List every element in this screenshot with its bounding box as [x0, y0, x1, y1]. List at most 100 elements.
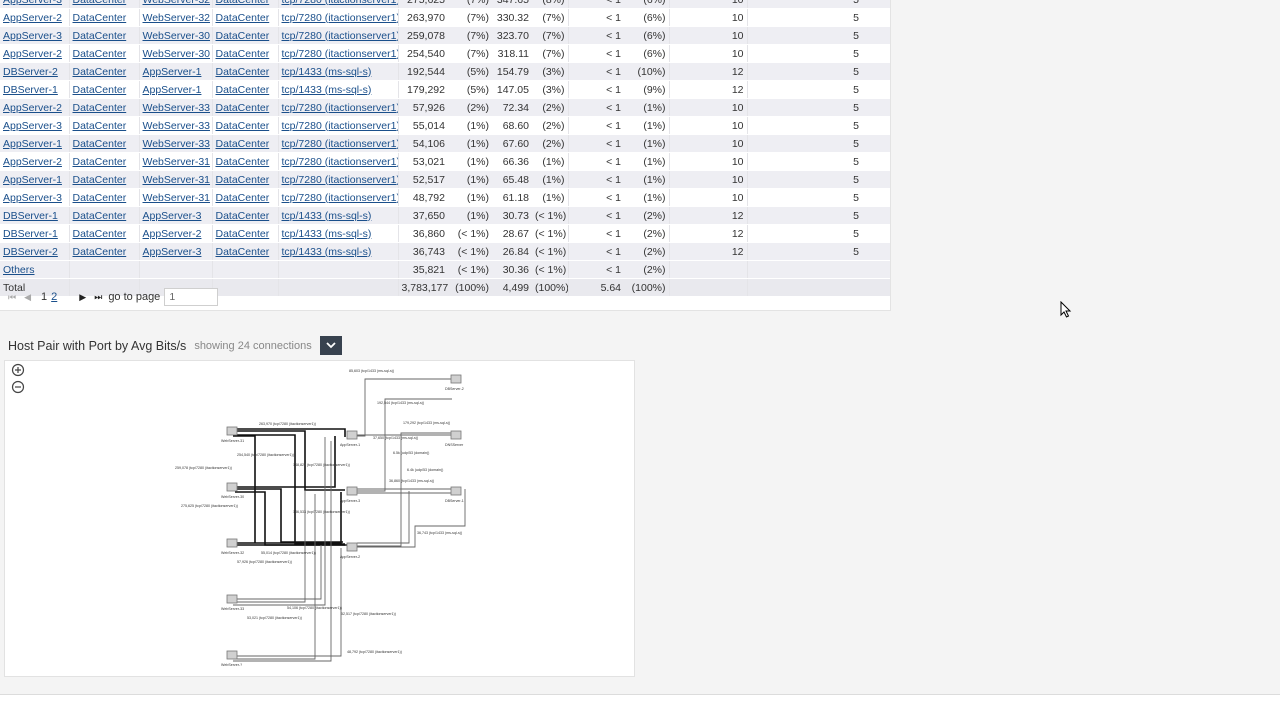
dest-site-link[interactable]: DataCenter	[216, 174, 270, 186]
port-link[interactable]: tcp/7280 (itactionserver1)	[282, 174, 398, 186]
table-row[interactable]: DBServer-1 DataCenter AppServer-1 DataCente…	[0, 80, 890, 99]
options-dropdown-button[interactable]	[319, 336, 342, 355]
source-site-link[interactable]: DataCenter	[73, 30, 127, 42]
dest-site-link[interactable]: DataCenter	[216, 228, 270, 240]
dest-host-link[interactable]: WebServer-32	[143, 0, 211, 6]
table-row[interactable]: AppServer-2 DataCenter WebServer-30 DataCen…	[0, 44, 890, 63]
table-row[interactable]: AppServer-2 DataCenter WebServer-31 DataCen…	[0, 152, 890, 171]
dest-site-link[interactable]: DataCenter	[216, 156, 270, 168]
source-host-link[interactable]: DBServer-1	[3, 210, 58, 222]
table-row[interactable]: AppServer-3 DataCenter WebServer-31 DataCen…	[0, 188, 890, 207]
dest-host-link[interactable]: AppServer-3	[143, 210, 202, 222]
source-site-link[interactable]: DataCenter	[73, 192, 127, 204]
source-host-link[interactable]: DBServer-1	[3, 228, 58, 240]
port-link[interactable]: tcp/1433 (ms-sql-s)	[282, 228, 372, 240]
dest-host-link[interactable]: WebServer-33	[143, 102, 211, 114]
graph-node-app1[interactable]	[346, 430, 358, 440]
source-host-link[interactable]: AppServer-2	[3, 12, 62, 24]
source-site-link[interactable]: DataCenter	[73, 12, 127, 24]
port-link[interactable]: tcp/7280 (itactionserver1)	[282, 102, 398, 114]
dest-host-link[interactable]: WebServer-33	[143, 138, 211, 150]
source-host-link[interactable]: DBServer-2	[3, 246, 58, 258]
port-link[interactable]: tcp/1433 (ms-sql-s)	[282, 84, 372, 96]
dest-site-link[interactable]: DataCenter	[216, 48, 270, 60]
port-link[interactable]: tcp/7280 (itactionserver1)	[282, 30, 398, 42]
dest-host-link[interactable]: WebServer-31	[143, 156, 211, 168]
graph-node-web5[interactable]	[226, 650, 238, 660]
graph-node-db1[interactable]	[450, 374, 462, 384]
source-host-link[interactable]: AppServer-3	[3, 192, 62, 204]
source-site-link[interactable]: DataCenter	[73, 66, 127, 78]
dest-host-link[interactable]: WebServer-32	[143, 12, 211, 24]
table-row[interactable]: DBServer-2 DataCenter AppServer-1 DataCente…	[0, 62, 890, 81]
port-link[interactable]: tcp/7280 (itactionserver1)	[282, 0, 398, 6]
dest-site-link[interactable]: DataCenter	[216, 246, 270, 258]
source-site-link[interactable]: DataCenter	[73, 48, 127, 60]
dest-site-link[interactable]: DataCenter	[216, 192, 270, 204]
source-site-link[interactable]: DataCenter	[73, 138, 127, 150]
dest-host-link[interactable]: WebServer-33	[143, 120, 211, 132]
dest-host-link[interactable]: WebServer-31	[143, 192, 211, 204]
others-row[interactable]: Others 35,821 (< 1%) 30.36 (< 1%) < 1 (2%)	[0, 260, 890, 279]
source-host-link[interactable]: AppServer-2	[3, 156, 62, 168]
source-site-link[interactable]: DataCenter	[73, 0, 127, 6]
next-page-icon[interactable]: ▶	[79, 292, 86, 303]
graph-node-db3[interactable]	[450, 486, 462, 496]
graph-node-web3[interactable]	[226, 538, 238, 548]
table-row[interactable]: AppServer-3 DataCenter WebServer-33 DataCen…	[0, 116, 890, 135]
graph-node-web1[interactable]	[226, 426, 238, 436]
source-site-link[interactable]: DataCenter	[73, 84, 127, 96]
table-row[interactable]: AppServer-2 DataCenter WebServer-33 DataCen…	[0, 98, 890, 117]
dest-site-link[interactable]: DataCenter	[216, 120, 270, 132]
table-row[interactable]: AppServer-2 DataCenter WebServer-32 DataCen…	[0, 8, 890, 27]
source-host-link[interactable]: AppServer-2	[3, 48, 62, 60]
table-row[interactable]: AppServer-1 DataCenter WebServer-33 DataCen…	[0, 134, 890, 153]
port-link[interactable]: tcp/1433 (ms-sql-s)	[282, 210, 372, 222]
dest-host-link[interactable]: WebServer-30	[143, 30, 211, 42]
port-link[interactable]: tcp/7280 (itactionserver1)	[282, 192, 398, 204]
source-host-link[interactable]: DBServer-2	[3, 66, 58, 78]
dest-site-link[interactable]: DataCenter	[216, 0, 270, 6]
prev-page-icon[interactable]: ◀	[24, 292, 31, 303]
port-link[interactable]: tcp/1433 (ms-sql-s)	[282, 66, 372, 78]
dest-host-link[interactable]: AppServer-2	[143, 228, 202, 240]
port-link[interactable]: tcp/1433 (ms-sql-s)	[282, 246, 372, 258]
dest-site-link[interactable]: DataCenter	[216, 102, 270, 114]
table-row[interactable]: AppServer-1 DataCenter WebServer-31 DataCen…	[0, 170, 890, 189]
port-link[interactable]: tcp/7280 (itactionserver1)	[282, 156, 398, 168]
source-host-link[interactable]: AppServer-3	[3, 0, 62, 6]
go-to-page-input[interactable]	[164, 288, 219, 306]
source-host-link[interactable]: AppServer-3	[3, 30, 62, 42]
source-site-link[interactable]: DataCenter	[73, 210, 127, 222]
dest-site-link[interactable]: DataCenter	[216, 210, 270, 222]
source-site-link[interactable]: DataCenter	[73, 174, 127, 186]
graph-node-web2[interactable]	[226, 482, 238, 492]
dest-host-link[interactable]: WebServer-31	[143, 174, 211, 186]
dest-host-link[interactable]: AppServer-1	[143, 66, 202, 78]
port-link[interactable]: tcp/7280 (itactionserver1)	[282, 120, 398, 132]
graph-node-app2[interactable]	[346, 486, 358, 496]
graph-node-app3[interactable]	[346, 542, 358, 552]
dest-site-link[interactable]: DataCenter	[216, 12, 270, 24]
source-site-link[interactable]: DataCenter	[73, 228, 127, 240]
table-row[interactable]: DBServer-2 DataCenter AppServer-3 DataCente…	[0, 242, 890, 261]
graph-node-db2[interactable]	[450, 430, 462, 440]
table-row[interactable]: AppServer-3 DataCenter WebServer-30 DataCen…	[0, 26, 890, 45]
source-site-link[interactable]: DataCenter	[73, 156, 127, 168]
dest-site-link[interactable]: DataCenter	[216, 66, 270, 78]
source-host-link[interactable]: AppServer-1	[3, 174, 62, 186]
page-1[interactable]: 1	[41, 291, 47, 303]
dest-host-link[interactable]: AppServer-3	[143, 246, 202, 258]
page-2-link[interactable]: 2	[51, 291, 57, 303]
source-host-link[interactable]: DBServer-1	[3, 84, 58, 96]
graph-node-web4[interactable]	[226, 594, 238, 604]
port-link[interactable]: tcp/7280 (itactionserver1)	[282, 48, 398, 60]
dest-site-link[interactable]: DataCenter	[216, 30, 270, 42]
table-row[interactable]: DBServer-1 DataCenter AppServer-3 DataCente…	[0, 206, 890, 225]
source-site-link[interactable]: DataCenter	[73, 102, 127, 114]
source-host-link[interactable]: AppServer-2	[3, 102, 62, 114]
source-site-link[interactable]: DataCenter	[73, 120, 127, 132]
dest-host-link[interactable]: AppServer-1	[143, 84, 202, 96]
last-page-icon[interactable]: ⏭	[94, 292, 102, 303]
port-link[interactable]: tcp/7280 (itactionserver1)	[282, 138, 398, 150]
